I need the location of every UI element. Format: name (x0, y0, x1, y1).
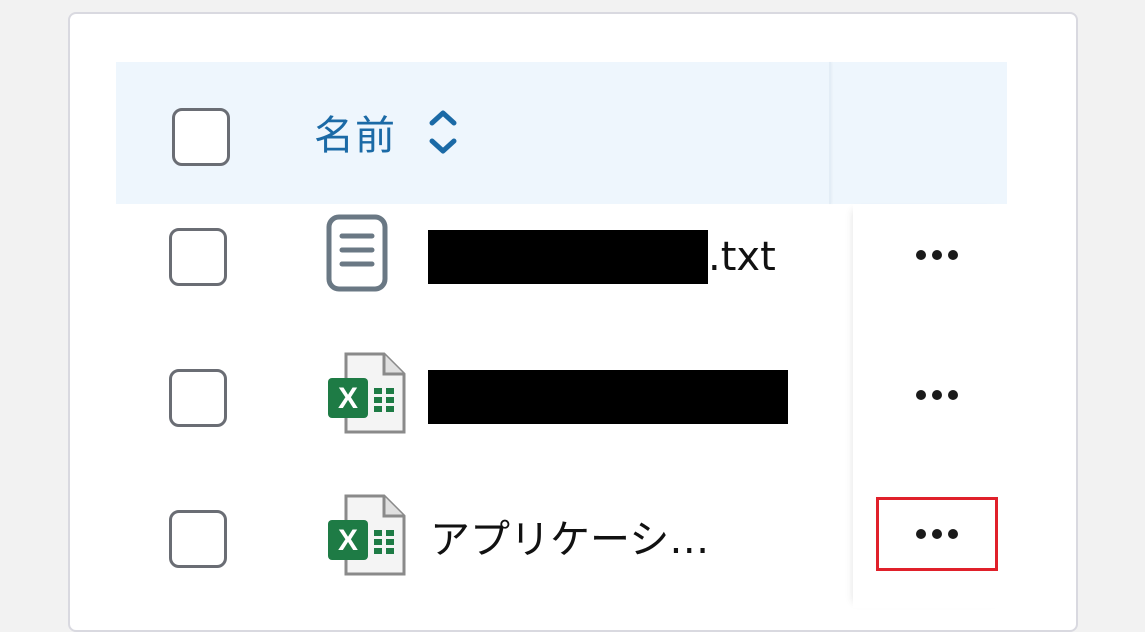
row-checkbox[interactable] (169, 510, 227, 568)
more-options-button[interactable] (876, 358, 998, 432)
table-row[interactable]: X アプリケーシ… (116, 466, 1007, 606)
svg-text:X: X (338, 524, 358, 557)
redacted-name (428, 230, 708, 284)
table-header (116, 62, 1007, 204)
svg-text:X: X (338, 382, 358, 415)
file-name[interactable] (428, 369, 788, 425)
sort-icon[interactable] (426, 107, 460, 157)
select-all-checkbox[interactable] (172, 108, 230, 166)
row-checkbox[interactable] (169, 228, 227, 286)
file-extension: .txt (708, 234, 776, 280)
more-icon (916, 390, 958, 400)
table-row[interactable]: .txt (116, 186, 1007, 326)
file-name[interactable]: .txt (428, 229, 776, 285)
more-icon (916, 250, 958, 260)
name-column-label: 名前 (314, 113, 396, 159)
excel-file-icon: X (326, 492, 408, 582)
file-name[interactable]: アプリケーシ… (430, 508, 709, 564)
name-column-header[interactable]: 名前 (314, 104, 460, 160)
more-options-button[interactable] (876, 497, 998, 571)
header-divider (829, 62, 831, 204)
more-icon (916, 529, 958, 539)
table-row[interactable]: X (116, 326, 1007, 466)
more-options-button[interactable] (876, 218, 998, 292)
redacted-name (428, 370, 788, 424)
row-checkbox[interactable] (169, 369, 227, 427)
excel-file-icon: X (326, 350, 408, 440)
text-file-icon (326, 214, 388, 296)
